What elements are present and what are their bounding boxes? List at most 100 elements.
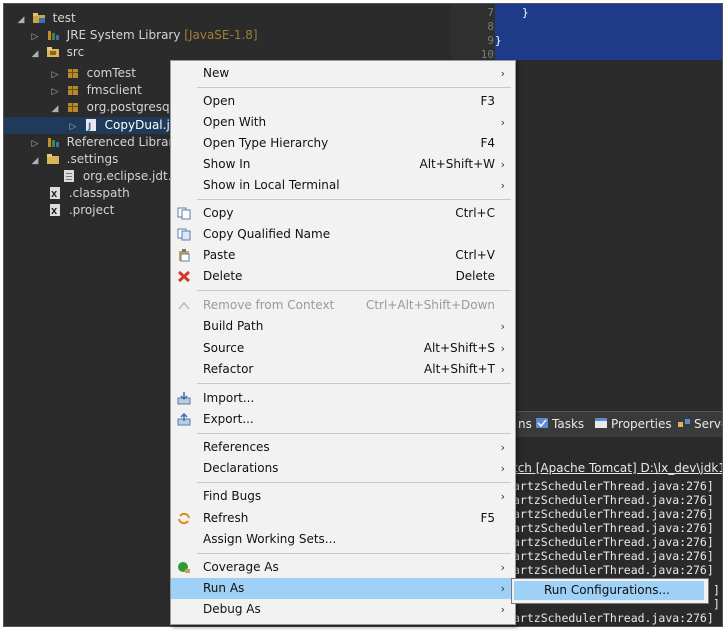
menu-item-copy-qualified-name[interactable]: Copy Qualified Name (171, 224, 515, 245)
line-number: 9 (487, 34, 494, 47)
tree-item-copydual[interactable]: ▷ J CopyDual.ja (4, 117, 178, 134)
menu-item-run-as[interactable]: Run As › (171, 578, 515, 599)
console-line: artzSchedulerThread.java:276] (513, 507, 714, 521)
run-as-submenu: Run Configurations... (511, 578, 709, 604)
submenu-arrow-icon: › (500, 158, 505, 171)
package-icon (67, 103, 78, 112)
expanded-arrow-icon[interactable]: ◢ (50, 101, 60, 118)
menu-item-label: Coverage As (203, 560, 279, 574)
menu-item-label: Run As (203, 581, 245, 595)
menu-item-shortcut: Alt+Shift+W (419, 157, 496, 171)
menu-separator (197, 87, 511, 88)
tree-item-label: CopyDual.ja (104, 118, 178, 132)
menu-item-open-type-hierarchy[interactable]: Open Type Hierarchy F4 (171, 133, 515, 154)
console-line: artzSchedulerThread.java:276] (513, 521, 714, 535)
menu-item-label: Source (203, 341, 245, 355)
paste-icon (179, 249, 190, 262)
submenu-arrow-icon: › (500, 179, 505, 192)
tab-servers[interactable]: Server (694, 417, 722, 431)
menu-item-refactor[interactable]: Refactor Alt+Shift+T › (171, 359, 515, 380)
menu-item-run-configurations[interactable]: Run Configurations... (514, 581, 704, 600)
tree-item-project[interactable]: X .project (46, 202, 114, 219)
tree-item-src[interactable]: ◢ src (30, 44, 85, 63)
menu-item-declarations[interactable]: Declarations › (171, 458, 515, 479)
refresh-icon (178, 512, 190, 525)
console-line: artzSchedulerThread.java:276] (513, 493, 714, 507)
editor-selection[interactable] (495, 4, 722, 60)
menu-item-copy[interactable]: Copy Ctrl+C (171, 203, 515, 224)
code-brace: } (522, 6, 529, 19)
menu-item-assign-working-sets[interactable]: Assign Working Sets... (171, 529, 515, 550)
import-icon (177, 392, 191, 405)
tree-item-classpath[interactable]: X .classpath (46, 185, 130, 202)
menu-item-shortcut: Ctrl+V (455, 248, 495, 262)
menu-item-open-with[interactable]: Open With › (171, 112, 515, 133)
menu-item-shortcut: Ctrl+Alt+Shift+Down (365, 298, 495, 312)
tree-item-test[interactable]: ◢ test (16, 10, 76, 27)
xml-file-icon: X (50, 204, 60, 216)
library-icon (47, 138, 59, 147)
menu-item-build-path[interactable]: Build Path › (171, 316, 515, 337)
tab-properties[interactable]: Properties (611, 417, 672, 431)
console-line: artzSchedulerThread.java:276] (513, 549, 714, 563)
menu-item-show-in[interactable]: Show In Alt+Shift+W › (171, 154, 515, 175)
menu-item-label: Open With (203, 115, 267, 129)
menu-item-find-bugs[interactable]: Find Bugs › (171, 486, 515, 507)
console-title: tch [Apache Tomcat] D:\lx_dev\jdk1.8 (513, 461, 723, 475)
menu-item-label: Show in Local Terminal (203, 178, 340, 192)
menu-separator (197, 553, 511, 554)
svg-text:J: J (87, 122, 91, 131)
menu-item-label: Paste (203, 248, 236, 262)
context-menu: New › Open F3 Open With › Open Type Hier… (170, 60, 516, 625)
tree-item-jre-system-library[interactable]: ▷ JRE System Library [JavaSE-1.8] (30, 27, 258, 44)
package-icon (67, 69, 78, 78)
menu-item-new[interactable]: New › (171, 63, 515, 84)
submenu-arrow-icon: › (500, 490, 505, 503)
menu-item-references[interactable]: References › (171, 437, 515, 458)
menu-item-label: Debug As (203, 602, 261, 616)
submenu-arrow-icon: › (500, 342, 505, 355)
menu-item-paste[interactable]: Paste Ctrl+V (171, 245, 515, 266)
submenu-arrow-icon: › (500, 116, 505, 129)
submenu-arrow-icon: › (500, 561, 505, 574)
tab-tasks[interactable]: Tasks (552, 417, 584, 431)
tree-item-fmsclient[interactable]: ▷ fmsclient (50, 82, 142, 99)
menu-item-label: Import... (203, 391, 255, 405)
remove-from-context-icon (178, 301, 190, 310)
menu-item-debug-as[interactable]: Debug As › (171, 599, 515, 620)
tree-item-label: JRE System Library (66, 28, 181, 42)
menu-item-source[interactable]: Source Alt+Shift+S › (171, 338, 515, 359)
tree-item-org-eclipse-jdt[interactable]: org.eclipse.jdt.c (60, 168, 178, 185)
source-folder-icon (46, 47, 59, 57)
menu-separator (197, 433, 511, 434)
copy-icon (177, 207, 191, 220)
tree-item-referenced-libraries[interactable]: ▷ Referenced Libraries (30, 134, 191, 151)
menu-item-label: Refactor (203, 362, 254, 376)
menu-item-show-in-local-terminal[interactable]: Show in Local Terminal › (171, 175, 515, 196)
console-line: artzSchedulerThread.java:276] (513, 479, 714, 493)
menu-item-shortcut: Ctrl+C (455, 206, 495, 220)
menu-item-label: Declarations (203, 461, 279, 475)
library-icon (47, 31, 59, 40)
menu-item-delete[interactable]: Delete Delete (171, 266, 515, 287)
tree-item-settings[interactable]: ◢ .settings (30, 151, 119, 170)
expanded-arrow-icon[interactable]: ◢ (30, 153, 40, 170)
menu-item-import[interactable]: Import... (171, 388, 515, 409)
menu-item-coverage-as[interactable]: Coverage As › (171, 557, 515, 578)
menu-item-label: Open (203, 94, 236, 108)
tree-item-org-postgresql[interactable]: ◢ org.postgresql.c (50, 99, 184, 118)
tree-item-comtest[interactable]: ▷ comTest (50, 65, 136, 82)
menu-item-remove-from-context[interactable]: Remove from Context Ctrl+Alt+Shift+Down (171, 295, 515, 316)
tab-partial[interactable]: ns (518, 417, 532, 431)
expanded-arrow-icon[interactable]: ◢ (30, 46, 40, 63)
menu-item-export[interactable]: Export... (171, 409, 515, 430)
svg-text:X: X (51, 190, 58, 199)
line-number: 7 (487, 6, 494, 19)
menu-item-open[interactable]: Open F3 (171, 91, 515, 112)
submenu-arrow-icon: › (500, 67, 505, 80)
expanded-arrow-icon[interactable]: ◢ (16, 12, 26, 29)
console-line: ] (713, 583, 720, 597)
menu-separator (197, 383, 511, 384)
menu-item-refresh[interactable]: Refresh F5 (171, 508, 515, 529)
tree-item-label: src (66, 45, 85, 59)
